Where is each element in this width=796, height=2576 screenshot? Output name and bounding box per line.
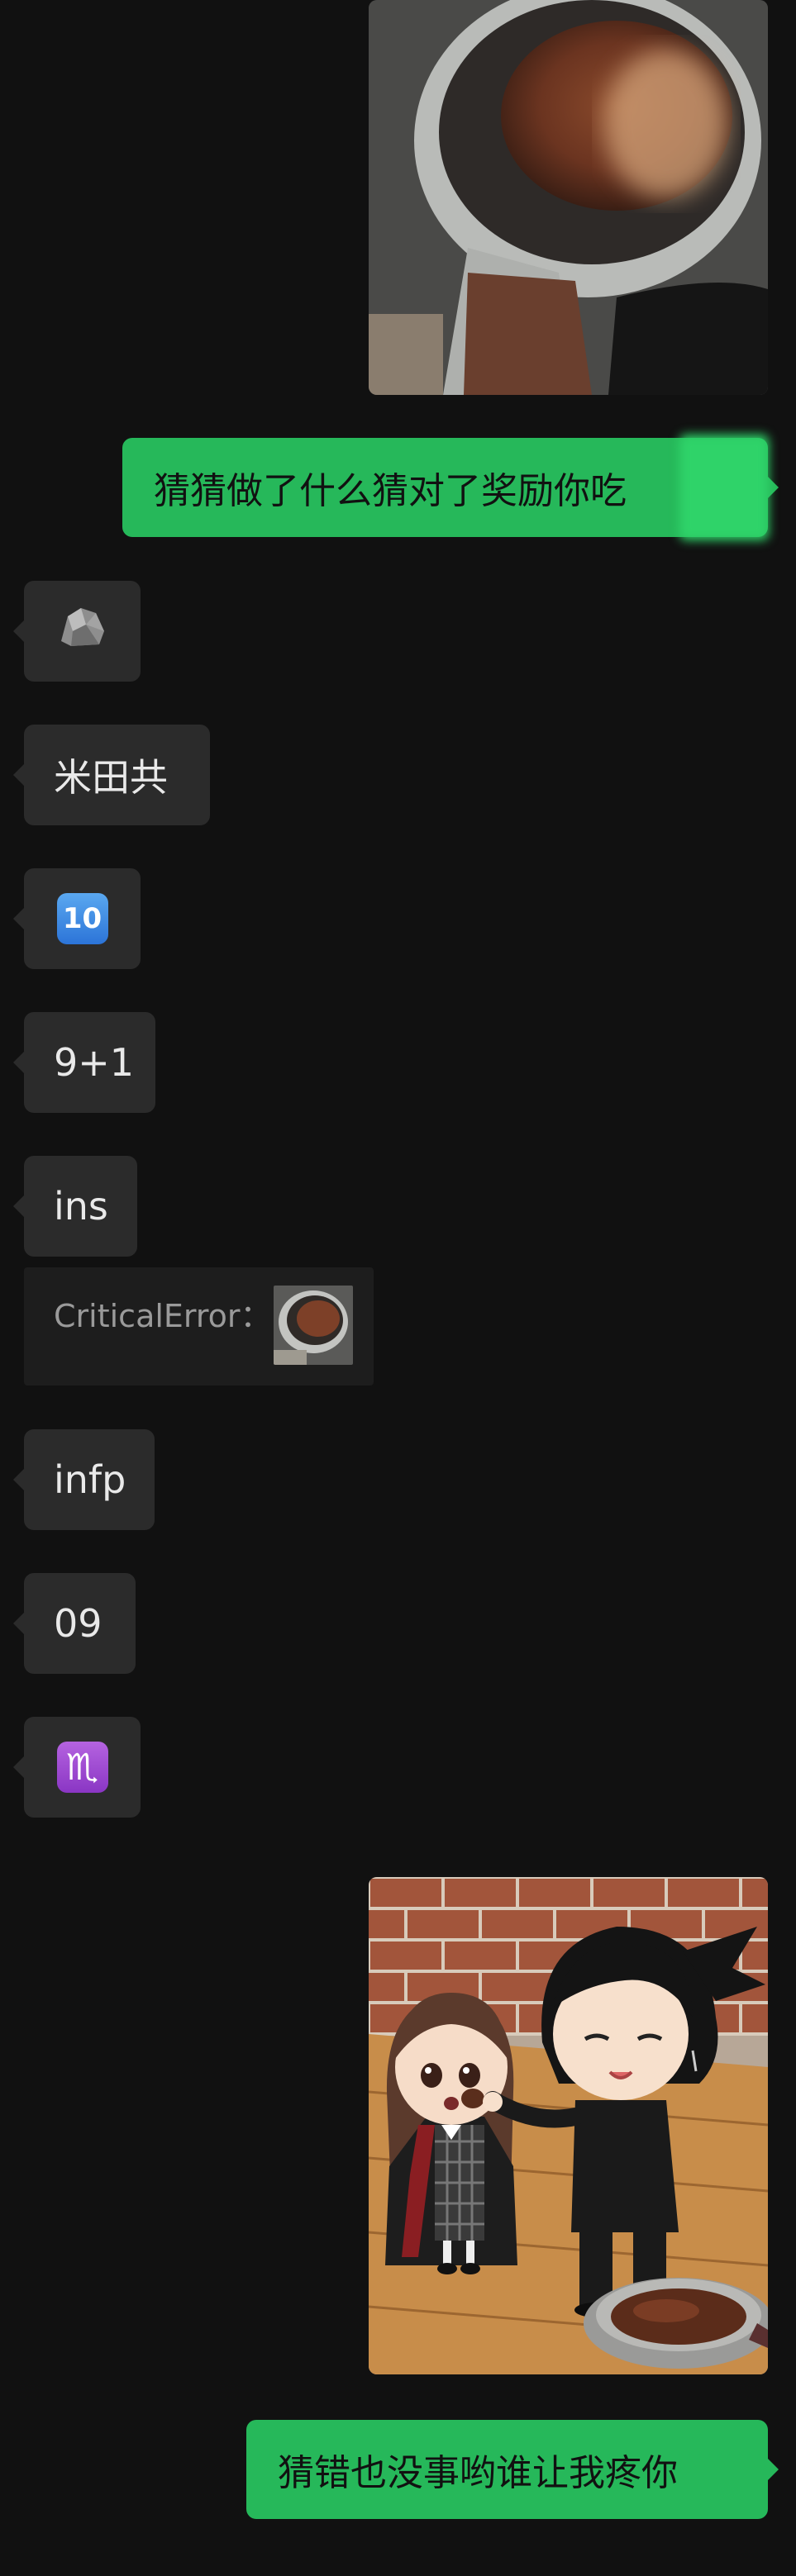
sent-image-couple[interactable]: [369, 1877, 768, 2374]
received-message-text: 9+1: [54, 1040, 135, 1085]
keycap-ten-icon: 10: [56, 893, 108, 944]
sent-image-pan[interactable]: [369, 0, 768, 395]
sent-message-text: 猜错也没事哟谁让我疼你: [278, 2452, 678, 2494]
sent-message-bubble[interactable]: 猜猜做了什么猜对了奖励你吃: [122, 438, 779, 537]
pan-thumbnail-image: [274, 1286, 353, 1365]
received-message-bubble[interactable]: 09: [13, 1573, 136, 1674]
received-message-text: 09: [54, 1601, 102, 1646]
received-message-bubble[interactable]: [13, 581, 141, 682]
quoted-message[interactable]: CriticalError：: [24, 1267, 374, 1385]
received-message-text: ins: [54, 1184, 108, 1229]
scorpio-sign-icon: ♏: [56, 1742, 108, 1793]
received-message-bubble[interactable]: 9+1: [13, 1012, 155, 1113]
received-message-text: infp: [54, 1457, 126, 1502]
sent-message-bubble[interactable]: 猜错也没事哟谁让我疼你: [246, 2420, 779, 2519]
received-message-bubble[interactable]: 米田共: [13, 725, 210, 825]
received-message-bubble[interactable]: infp: [13, 1429, 155, 1530]
blurred-emoji: [679, 435, 769, 540]
rock-icon: [56, 603, 109, 660]
received-message-bubble[interactable]: 10: [13, 868, 141, 969]
sent-message-text: 猜猜做了什么猜对了奖励你吃: [154, 470, 627, 512]
pan-photo-illustration: [369, 0, 768, 395]
quote-sender-label: CriticalError：: [54, 1298, 272, 1334]
received-message-text: 米田共: [54, 755, 168, 800]
received-message-bubble[interactable]: ♏: [13, 1717, 141, 1818]
received-message-bubble[interactable]: ins: [13, 1156, 137, 1257]
quote-thumbnail[interactable]: [274, 1286, 353, 1365]
couple-illustration: [369, 1877, 768, 2374]
